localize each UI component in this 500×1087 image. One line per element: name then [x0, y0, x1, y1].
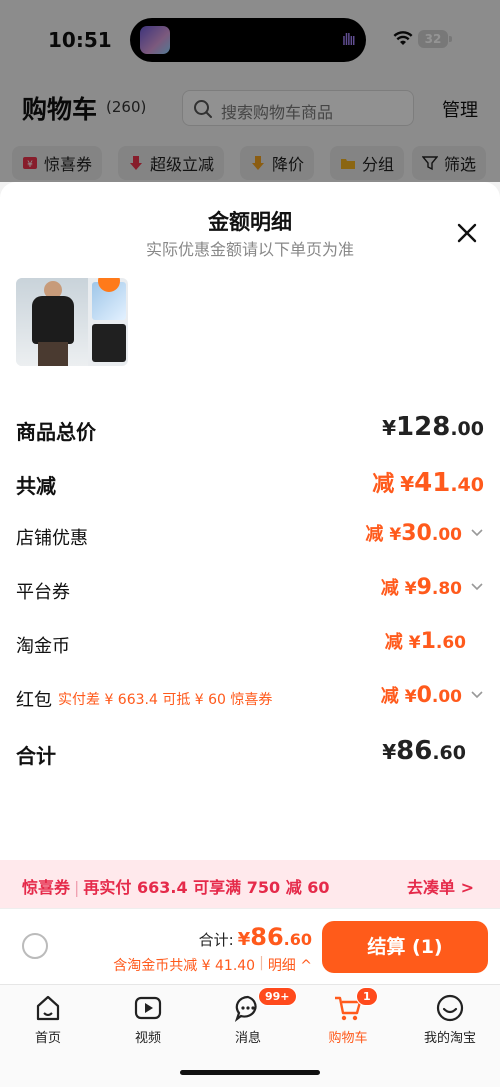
sheet-subtitle: 实际优惠金额请以下单页为准: [145, 240, 354, 259]
amount-detail-sheet: 金额明细 实际优惠金额请以下单页为准 商品总价 ¥128.00 共减 减 ¥41…: [0, 182, 500, 1087]
row-red-packet[interactable]: 红包 实付差 ¥ 663.4 可抵 ¥ 60 惊喜券 减 ¥0.00: [16, 682, 484, 718]
taojinbi-amount: ¥1.60: [408, 629, 466, 654]
row-label: 红包: [16, 690, 52, 711]
video-icon: [134, 996, 162, 1020]
promo-bar[interactable]: 惊喜券 | 再实付 663.4 可享满 750 减 60 去凑单 >: [0, 860, 500, 908]
row-label: 平台券: [16, 582, 70, 603]
message-badge: 99+: [258, 987, 297, 1006]
row-total-price: 商品总价 ¥128.00: [16, 412, 484, 448]
total-label: 合计:: [198, 931, 234, 949]
detail-toggle[interactable]: 明细 ^: [268, 955, 312, 975]
chevron-down-icon[interactable]: [470, 688, 484, 702]
home-icon: [36, 995, 60, 1021]
store-discount-amount: ¥30.00: [389, 521, 462, 546]
home-indicator: [180, 1070, 320, 1075]
row-platform-coupon[interactable]: 平台券 减 ¥9.80: [16, 574, 484, 610]
row-subtotal: 合计 ¥86.60: [16, 736, 484, 772]
tab-profile[interactable]: 我的淘宝: [410, 993, 490, 1046]
row-label: 淘金币: [16, 636, 70, 657]
cart-badge: 1: [356, 987, 378, 1006]
row-store-discount[interactable]: 店铺优惠 减 ¥30.00: [16, 520, 484, 556]
red-packet-amount: ¥0.00: [404, 683, 462, 708]
row-label: 合计: [16, 744, 56, 768]
modal-backdrop[interactable]: [0, 0, 500, 182]
close-icon[interactable]: [456, 222, 478, 244]
row-taojinbi: 淘金币 减 ¥1.60: [16, 628, 484, 664]
minus-label: 减: [380, 578, 399, 599]
promo-text: 再实付 663.4 可享满 750 减 60: [83, 878, 330, 897]
subtotal-amount: ¥86.60: [382, 736, 466, 766]
row-label: 商品总价: [16, 420, 96, 444]
chevron-up-icon: ^: [295, 958, 312, 974]
row-label: 共减: [16, 474, 56, 498]
add-items-link[interactable]: 去凑单 >: [407, 874, 474, 898]
promo-tag: 惊喜券: [22, 878, 71, 897]
checkout-button[interactable]: 结算 (1): [322, 921, 488, 973]
chevron-down-icon[interactable]: [470, 526, 484, 540]
profile-icon: [436, 994, 464, 1022]
tab-home[interactable]: 首页: [8, 993, 88, 1046]
checkout-total-amount: ¥86.60: [237, 923, 312, 951]
tab-video[interactable]: 视频: [108, 993, 188, 1046]
checkout-bar: 合计: ¥86.60 含淘金币共减 ¥ 41.40 | 明细 ^ 结算 (1): [0, 908, 500, 984]
minus-label: 减: [365, 524, 384, 545]
chevron-down-icon[interactable]: [470, 580, 484, 594]
product-thumbnail[interactable]: [16, 278, 128, 366]
red-packet-note: 实付差 ¥ 663.4 可抵 ¥ 60 惊喜券: [58, 692, 273, 708]
total-discount-amount: ¥41.40: [400, 468, 484, 498]
tab-messages[interactable]: 99+ 消息: [208, 987, 297, 1046]
select-all-checkbox[interactable]: [22, 933, 48, 959]
sheet-title: 金额明细: [208, 210, 292, 234]
minus-label: 减: [384, 632, 403, 653]
row-total-discount: 共减 减 ¥41.40: [16, 466, 484, 502]
total-price-amount: ¥128.00: [382, 412, 484, 442]
minus-label: 减: [380, 686, 399, 707]
row-label: 店铺优惠: [16, 528, 88, 549]
saving-text: 含淘金币共减 ¥ 41.40: [113, 958, 256, 974]
platform-coupon-amount: ¥9.80: [404, 575, 462, 600]
tab-cart[interactable]: 1 购物车: [308, 987, 388, 1046]
minus-label: 减: [372, 472, 395, 497]
